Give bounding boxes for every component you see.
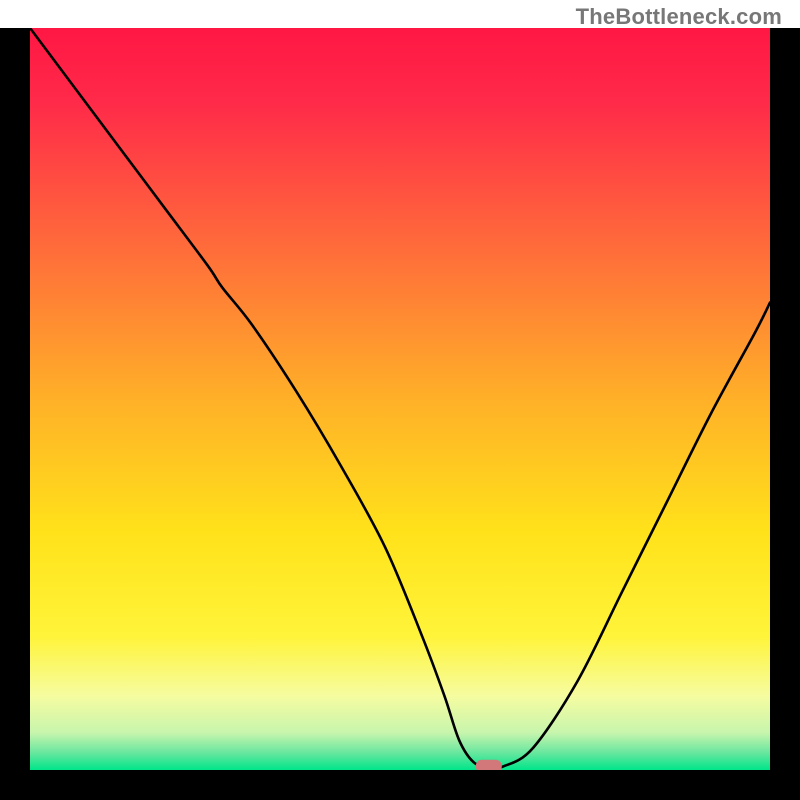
plot-frame [0, 28, 800, 800]
plot-area [30, 28, 770, 770]
watermark-text: TheBottleneck.com [576, 4, 782, 30]
chart-svg [30, 28, 770, 770]
optimum-marker [476, 760, 502, 770]
gradient-background [30, 28, 770, 770]
chart-container: TheBottleneck.com [0, 0, 800, 800]
